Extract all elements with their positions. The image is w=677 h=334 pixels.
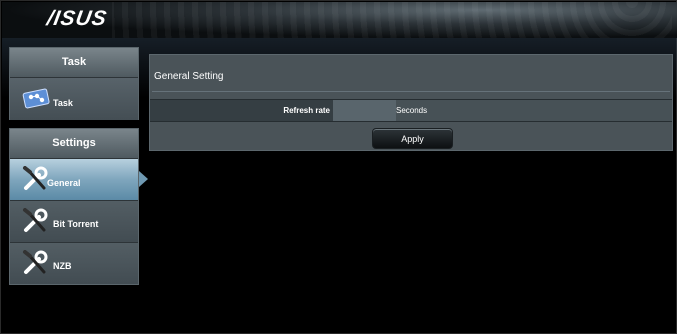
asus-logo: /ISUS <box>45 7 109 30</box>
refresh-rate-row: Refresh rate Seconds <box>150 99 672 122</box>
sidebar-item-nzb-label: NZB <box>53 261 72 271</box>
settings-panel: Settings General Bit Torrent NZB <box>9 128 139 285</box>
wrench-screwdriver-icon <box>23 250 48 274</box>
sidebar-item-nzb[interactable]: NZB <box>10 243 138 284</box>
refresh-rate-cell: Seconds <box>333 100 672 121</box>
app-frame: /ISUS Task Task Settings General Bit Tor… <box>0 0 677 334</box>
task-panel-title: Task <box>10 48 138 78</box>
sidebar-item-bit-torrent-label: Bit Torrent <box>53 219 99 229</box>
settings-panel-title: Settings <box>10 129 138 159</box>
sidebar-item-task-label: Task <box>53 98 73 108</box>
apply-button[interactable]: Apply <box>372 128 453 149</box>
refresh-rate-unit: Seconds <box>396 106 428 115</box>
task-board-icon <box>22 88 50 109</box>
sidebar-item-general[interactable]: General <box>10 159 138 201</box>
sidebar-item-task[interactable]: Task <box>10 78 138 120</box>
page-title: General Setting <box>154 71 224 82</box>
top-banner: /ISUS <box>2 2 677 38</box>
sidebar-item-bit-torrent[interactable]: Bit Torrent <box>10 201 138 243</box>
wrench-screwdriver-icon <box>23 166 48 190</box>
refresh-rate-label: Refresh rate <box>283 106 330 115</box>
sidebar-item-general-label: General <box>47 178 81 188</box>
active-item-pointer <box>139 171 148 187</box>
refresh-rate-input[interactable] <box>333 100 396 121</box>
general-setting-panel: General Setting Refresh rate Seconds App… <box>149 54 673 151</box>
banner-decoration <box>112 2 672 38</box>
task-panel: Task Task <box>9 47 139 120</box>
title-divider <box>152 91 670 92</box>
wrench-screwdriver-icon <box>23 208 48 232</box>
